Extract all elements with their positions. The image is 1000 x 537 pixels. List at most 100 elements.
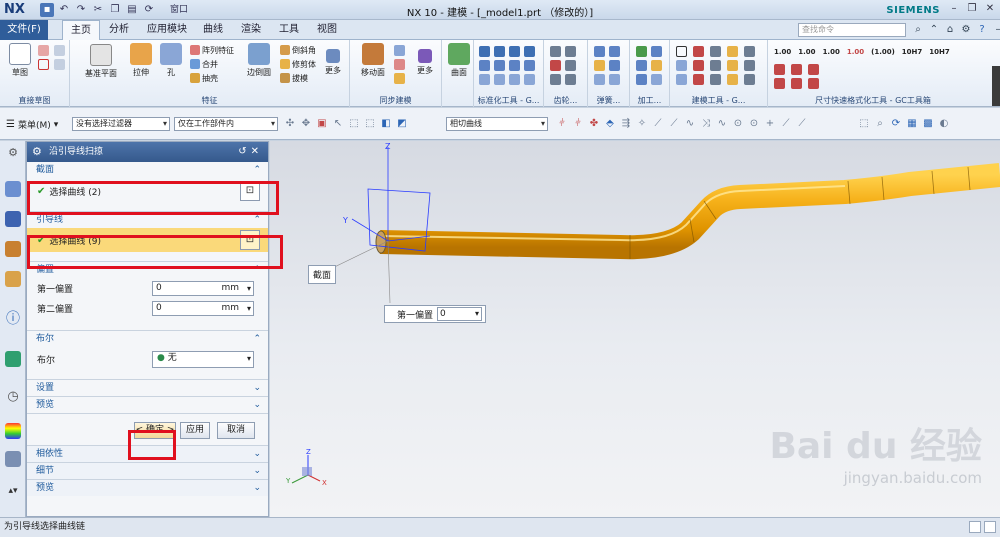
reuse-library-icon[interactable] [5,271,21,287]
mach-icon-6[interactable] [651,74,662,85]
snap-icon-12[interactable]: ⬘ [604,118,616,130]
offset-face-icon[interactable] [394,45,405,56]
dim-format-5[interactable]: (1.00) [871,48,895,56]
mt-icon-2[interactable] [693,46,704,57]
more-icon[interactable] [54,45,65,56]
snap-icon-23[interactable]: ⟋ [780,118,792,130]
apply-button[interactable]: 应用 [180,422,210,439]
mt-icon-8[interactable] [710,60,721,71]
snap-icon-15[interactable]: ⟋ [652,118,664,130]
minimize-icon[interactable]: – [946,2,962,16]
command-search-input[interactable]: 查找命令 [798,23,906,37]
mt-icon-6[interactable] [676,60,687,71]
surface-button[interactable]: 曲面 [442,43,476,78]
snap-icon-24[interactable]: ⟋ [796,118,808,130]
mach-icon-2[interactable] [651,46,662,57]
spring-icon-4[interactable] [609,60,620,71]
status-box-icon-1[interactable] [969,521,981,533]
scroll-arrows-icon[interactable]: ▴▾ [5,483,21,499]
mt-icon-13[interactable] [710,74,721,85]
profile-icon[interactable] [38,45,49,56]
tab-render[interactable]: 渲染 [236,20,266,40]
draft-button[interactable]: 拔模 [280,72,308,84]
mt-icon-7[interactable] [693,60,704,71]
lib-icon-9[interactable] [479,74,490,85]
snap-icon-5[interactable]: ⬚ [348,118,360,130]
lib-icon-3[interactable] [509,46,520,57]
dialog-close-icon[interactable]: ✕ [251,146,263,157]
gear-icon-4[interactable] [565,60,576,71]
gear-icon-2[interactable] [565,46,576,57]
detail-panel-title[interactable]: 细节 ⌄ [27,462,268,479]
selection-scope-select[interactable]: 仅在工作部件内 [174,117,278,131]
role-icon[interactable] [5,451,21,467]
snap-icon-17[interactable]: ∿ [684,118,696,130]
redo-icon[interactable]: ↷ [74,3,88,17]
trim-body-button[interactable]: 修剪体 [280,58,316,70]
graphics-window[interactable]: Z Y Z Y X 截面 第一偏置 0 Bai du 经验 jingyan.ba… [270,141,1000,517]
mach-icon-1[interactable] [636,46,647,57]
swept-pipe[interactable] [379,163,1000,260]
gear-icon-1[interactable] [550,46,561,57]
repeat-icon[interactable]: ⟳ [142,3,156,17]
hole-button[interactable]: 孔 [154,43,188,78]
rotate-icon[interactable]: ⟳ [890,118,902,130]
more-feature-button[interactable]: 更多 [316,43,350,76]
tab-file[interactable]: 文件(F) [0,20,48,40]
more-sync-button[interactable]: 更多 [408,43,442,76]
lib-icon-4[interactable] [524,46,535,57]
section-group-title[interactable]: 截面 ⌃ [27,162,268,179]
history-icon[interactable] [5,351,21,367]
dim-icon-4[interactable] [774,78,785,89]
web-browser-icon[interactable]: ⓘ [5,311,21,327]
dim-icon-2[interactable] [791,64,802,75]
status-box-icon-2[interactable] [984,521,996,533]
mach-icon-3[interactable] [636,60,647,71]
snap-icon-9[interactable]: ⫩ [556,118,568,130]
visual-palette-icon[interactable] [5,423,21,439]
settings-gear-icon[interactable]: ⚙ [5,145,21,161]
settings-icon[interactable]: ⚙ [960,23,972,36]
window-menu[interactable]: 窗口 [159,3,199,17]
zoom-icon[interactable]: ⌕ [874,118,886,130]
dim-icon-6[interactable] [808,78,819,89]
search-icon[interactable]: ⌕ [912,23,924,36]
snap-icon-6[interactable]: ⬚ [364,118,376,130]
lib-icon-2[interactable] [494,46,505,57]
snap-icon-8[interactable]: ◩ [396,118,408,130]
type-filter-select[interactable]: 没有选择过滤器 [72,117,170,131]
copy-icon[interactable]: ❐ [108,3,122,17]
dim-format-2[interactable]: 1.00 [798,48,815,56]
datum-plane-button[interactable]: 基准平面 [84,44,118,79]
mt-icon-4[interactable] [727,46,738,57]
preview-panel-title[interactable]: 预览 ⌄ [27,479,268,496]
mt-icon-11[interactable] [676,74,687,85]
restore-icon[interactable]: ❐ [964,2,980,16]
assembly-navigator-icon[interactable] [5,181,21,197]
pattern-feature-button[interactable]: 阵列特征 [190,44,234,56]
lib-icon-8[interactable] [524,60,535,71]
delete-face-icon[interactable] [394,73,405,84]
cut-icon[interactable]: ✂ [91,3,105,17]
snap-icon-4[interactable]: ↖ [332,118,344,130]
more-icon-2[interactable] [54,59,65,70]
mt-icon-10[interactable] [744,60,755,71]
dim-icon-1[interactable] [774,64,785,75]
boolean-group-title[interactable]: 布尔 ⌃ [27,330,268,347]
snap-icon-1[interactable]: ✣ [284,118,296,130]
tab-curve[interactable]: 曲线 [198,20,228,40]
tab-analysis[interactable]: 分析 [104,20,134,40]
lib-icon-11[interactable] [509,74,520,85]
spring-icon-2[interactable] [609,46,620,57]
clock-icon[interactable]: ◷ [5,389,21,405]
snap-icon-10[interactable]: ⫩ [572,118,584,130]
snap-icon-16[interactable]: ⟋ [668,118,680,130]
move-face-button[interactable]: 移动面 [356,43,390,78]
ribbon-toggle-icon[interactable]: ⌃ [928,23,940,36]
part-navigator-icon[interactable] [5,241,21,257]
dim-icon-3[interactable] [808,64,819,75]
second-offset-input[interactable]: 0 mm ▾ [152,301,254,316]
lib-icon-6[interactable] [494,60,505,71]
replace-face-icon[interactable] [394,59,405,70]
snap-icon-19[interactable]: ∿ [716,118,728,130]
